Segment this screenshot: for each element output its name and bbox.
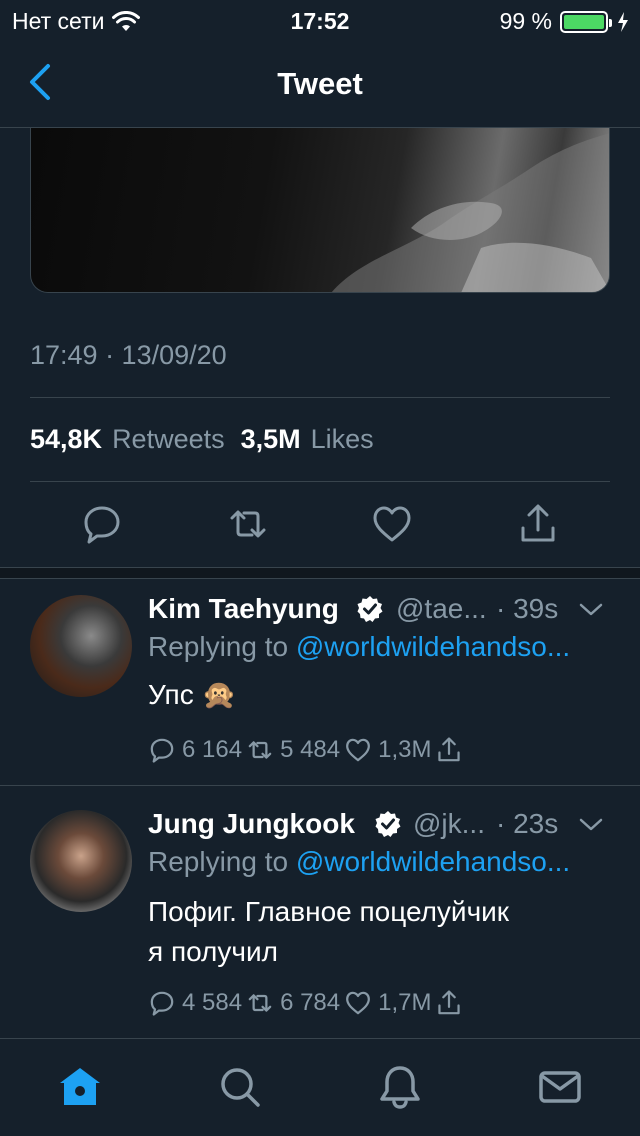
reply-count: 6 164 (182, 736, 243, 763)
share-button[interactable] (516, 502, 560, 546)
share-button[interactable] (435, 989, 463, 1017)
replying-mention-link[interactable]: @worldwildehandso... (296, 631, 570, 662)
divider (0, 785, 640, 786)
tweet-timestamp: 17:49 · 13/09/20 (30, 340, 227, 370)
like-count: 1,3M (378, 736, 432, 763)
tab-search[interactable] (216, 1063, 264, 1111)
retweet-button[interactable]: 5 484 (246, 736, 340, 764)
replying-prefix: Replying to (148, 846, 289, 877)
reply-button[interactable]: 6 164 (148, 736, 242, 764)
divider (30, 481, 610, 482)
share-icon (521, 504, 555, 542)
retweet-button[interactable]: 6 784 (246, 989, 340, 1017)
tweet-stats: 54,8K Retweets 3,5M Likes (30, 424, 380, 455)
chevron-down-icon[interactable] (578, 597, 604, 623)
replying-to: Replying to @worldwildehandso... (148, 631, 570, 663)
reply-icon (84, 506, 120, 544)
likes-count[interactable]: 3,5M (241, 424, 301, 455)
like-button[interactable]: 1,3M (344, 736, 431, 764)
tab-notifications[interactable] (376, 1063, 424, 1111)
replying-mention-link[interactable]: @worldwildehandso... (296, 846, 570, 877)
reply-tweet[interactable]: Kim Taehyung @tae... · 39s Replying to @… (0, 593, 640, 783)
retweets-label[interactable]: Retweets (112, 424, 225, 455)
nav-bar: Tweet (0, 40, 640, 128)
status-bar: Нет сети 17:52 99 % (0, 0, 640, 40)
battery-percent: 99 % (499, 8, 552, 34)
replying-to: Replying to @worldwildehandso... (148, 846, 570, 878)
reply-actions: 4 584 6 784 1,7M (148, 986, 467, 1020)
page-title: Tweet (277, 66, 363, 101)
like-icon (346, 738, 371, 762)
like-count: 1,7M (378, 989, 432, 1016)
retweet-button[interactable] (226, 502, 270, 546)
reply-header: Jung Jungkook @jk... · 23s (148, 808, 618, 842)
verified-badge-icon (357, 596, 383, 622)
reply-text-line: Пофиг. Главное поцелуйчик (148, 896, 510, 927)
avatar[interactable] (30, 810, 132, 912)
notifications-icon (380, 1066, 420, 1109)
tab-home[interactable] (56, 1063, 104, 1111)
reply-author-handle[interactable]: @jk... (413, 808, 485, 840)
retweet-icon (248, 741, 272, 759)
tweet-actions (0, 500, 640, 550)
share-button[interactable] (435, 736, 463, 764)
share-icon (438, 737, 461, 762)
home-icon (60, 1068, 100, 1105)
search-icon (221, 1068, 260, 1107)
reply-button[interactable]: 4 584 (148, 989, 242, 1017)
likes-label[interactable]: Likes (311, 424, 374, 455)
battery-fill (564, 14, 604, 29)
reply-button[interactable] (80, 502, 124, 546)
tweet-media-image[interactable] (30, 128, 610, 293)
reply-tweet[interactable]: Jung Jungkook @jk... · 23s Replying to @… (0, 808, 640, 1033)
retweet-count: 5 484 (280, 736, 341, 763)
retweet-icon (248, 994, 272, 1012)
replying-prefix: Replying to (148, 631, 289, 662)
reply-text: Пофиг. Главное поцелуйчик я получил (148, 892, 509, 972)
reply-icon (150, 738, 174, 763)
reply-header: Kim Taehyung @tae... · 39s (148, 593, 618, 627)
reply-time: · 23s (496, 808, 559, 839)
battery-icon (560, 10, 612, 33)
divider (30, 397, 610, 398)
charging-icon (618, 11, 628, 32)
reply-icon (150, 991, 174, 1016)
reply-count: 4 584 (182, 989, 243, 1016)
retweet-icon (230, 510, 266, 538)
verified-badge-icon (375, 811, 401, 837)
status-right: 99 % (500, 8, 630, 35)
tab-bar (0, 1038, 640, 1136)
reply-author-name[interactable]: Kim Taehyung (148, 593, 339, 625)
share-icon (438, 990, 461, 1015)
reply-actions: 6 164 5 484 1,3M (148, 733, 467, 767)
like-icon (346, 991, 371, 1015)
media-graphic (331, 133, 609, 292)
section-separator (0, 567, 640, 579)
chevron-down-icon[interactable] (578, 812, 604, 838)
like-button[interactable] (370, 502, 414, 546)
tab-messages[interactable] (536, 1063, 584, 1111)
retweet-count: 6 784 (280, 989, 341, 1016)
like-button[interactable]: 1,7M (344, 989, 431, 1017)
reply-text-line: я получил (148, 936, 278, 967)
avatar[interactable] (30, 595, 132, 697)
reply-time: · 39s (496, 593, 559, 624)
reply-author-name[interactable]: Jung Jungkook (148, 808, 355, 840)
messages-icon (539, 1071, 581, 1103)
reply-text: Упс 🙊 (148, 679, 237, 710)
reply-author-handle[interactable]: @tae... (396, 593, 487, 625)
retweets-count[interactable]: 54,8K (30, 424, 102, 455)
like-icon (373, 506, 411, 542)
